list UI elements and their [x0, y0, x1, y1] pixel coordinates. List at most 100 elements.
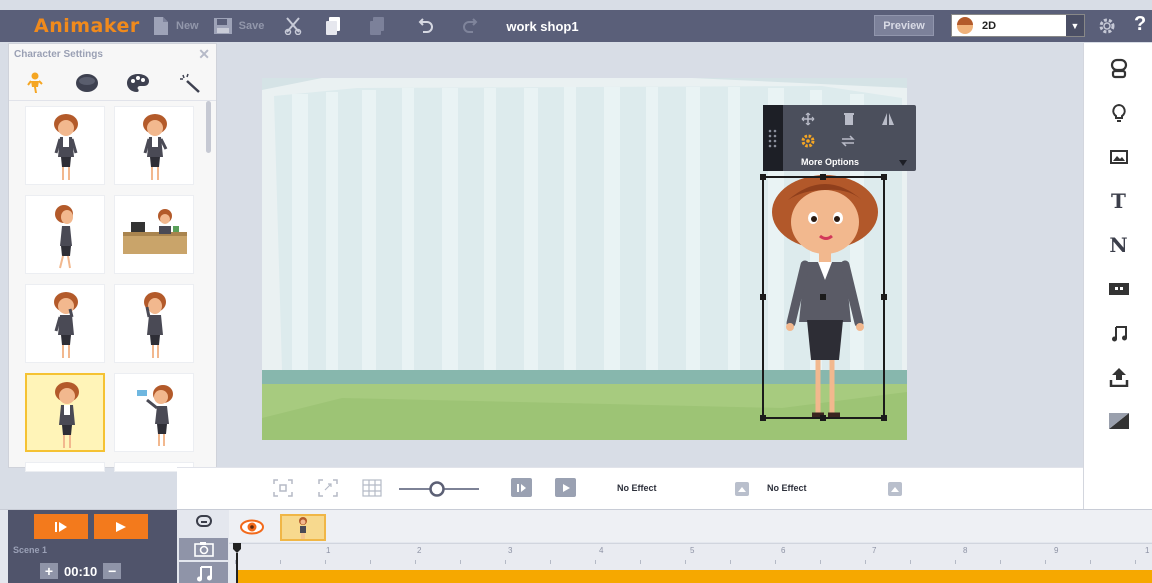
settings-gear-button[interactable] [1098, 17, 1116, 40]
playhead-marker[interactable] [232, 543, 242, 583]
ruler-tick [595, 560, 596, 564]
fullscreen-button[interactable] [318, 479, 338, 497]
mode-dropdown-value: 2D [982, 19, 997, 32]
mode-dropdown[interactable]: 2D ▼ [951, 14, 1085, 37]
ruler-mark: 8 [963, 546, 968, 555]
pose-thumbnail[interactable] [114, 284, 194, 363]
pose-thumbnail[interactable] [25, 106, 105, 185]
pose-thumbnail[interactable] [25, 462, 105, 472]
magic-wand-icon [180, 73, 200, 93]
ruler-tick [910, 560, 911, 564]
up-arrow-icon [735, 482, 749, 496]
tab-effects[interactable] [164, 73, 216, 93]
upload-button[interactable] [1084, 362, 1152, 392]
timeline-layers [229, 510, 1152, 542]
increase-duration-button[interactable]: + [40, 563, 58, 579]
ruler-tick [1000, 560, 1001, 564]
cut-button[interactable] [284, 17, 302, 35]
backgrounds-library-button[interactable] [1084, 142, 1152, 172]
ruler-mark: 2 [417, 546, 422, 555]
help-icon[interactable]: ? [1134, 13, 1146, 36]
ruler-tick [325, 560, 326, 564]
panel-tabs [9, 65, 216, 101]
character-layer-thumbnail[interactable] [280, 514, 326, 541]
zoom-slider[interactable] [399, 480, 479, 498]
ruler-tick [460, 560, 461, 564]
new-button-label: New [176, 20, 199, 32]
video-library-button[interactable] [1084, 274, 1152, 304]
effect-out-toggle[interactable] [735, 482, 749, 496]
play-from-start-button[interactable] [34, 514, 88, 539]
tab-expression[interactable] [61, 73, 113, 93]
save-button[interactable]: Save [213, 17, 264, 35]
fit-screen-button[interactable] [273, 479, 293, 497]
grid-toggle-button[interactable] [362, 479, 382, 497]
music-library-button[interactable] [1084, 318, 1152, 348]
upload-icon [1109, 368, 1128, 387]
decrease-duration-button[interactable]: − [103, 563, 122, 579]
undo-button[interactable] [418, 17, 434, 35]
text-tool-button[interactable]: T [1084, 186, 1152, 216]
pose-thumbnail[interactable] [114, 195, 194, 274]
ruler-tick [370, 560, 371, 564]
character-head-icon [195, 515, 212, 527]
characters-track-button[interactable] [179, 512, 228, 534]
pose-thumbnail[interactable] [25, 284, 105, 363]
new-button[interactable]: New [152, 16, 199, 36]
pose-thumbnail-selected[interactable] [25, 373, 105, 452]
chevron-down-icon[interactable] [899, 159, 907, 167]
flip-icon[interactable] [881, 112, 895, 126]
settings-icon[interactable] [801, 134, 815, 148]
copy-button[interactable] [324, 16, 342, 36]
app-logo: Animaker [34, 15, 140, 37]
character-timeline-track[interactable] [236, 570, 1152, 583]
toolbar-drag-handle[interactable] [763, 105, 783, 171]
camera-icon [193, 542, 214, 557]
project-title[interactable]: work shop1 [506, 19, 578, 34]
time-ruler[interactable]: 1 2 3 4 5 6 7 8 9 1 [229, 543, 1152, 570]
ruler-tick [1045, 560, 1046, 564]
ruler-tick [280, 560, 281, 564]
swap-icon[interactable] [841, 135, 855, 147]
redo-icon [463, 18, 478, 33]
trash-icon[interactable] [843, 112, 855, 126]
pose-thumbnail[interactable] [114, 373, 194, 452]
tab-color-palette[interactable] [113, 73, 165, 93]
ruler-mark: 5 [690, 546, 695, 555]
numbers-tool-button[interactable]: N [1084, 230, 1152, 260]
enter-effect-button[interactable] [511, 478, 532, 497]
props-library-button[interactable] [1084, 98, 1152, 128]
effect-exit-toggle[interactable] [888, 482, 902, 496]
pose-thumbnail[interactable] [114, 106, 194, 185]
tab-character-pose[interactable] [9, 72, 61, 94]
redo-button[interactable] [462, 17, 478, 35]
enter-effect-label[interactable]: No Effect [617, 483, 657, 493]
character-head-icon [1110, 58, 1127, 79]
characters-library-button[interactable] [1084, 54, 1152, 84]
exit-effect-label[interactable]: No Effect [767, 483, 807, 493]
music-track-button[interactable] [179, 562, 228, 583]
panel-scrollbar[interactable] [206, 101, 211, 153]
image-icon [1109, 150, 1128, 164]
timeline: Scene 1 + 00:10 − 1 2 3 4 5 6 7 8 9 1 [0, 509, 1152, 583]
play-scene-button[interactable] [94, 514, 148, 539]
new-file-icon [154, 17, 168, 35]
effects-library-button[interactable] [1084, 406, 1152, 436]
visibility-toggle[interactable] [237, 514, 267, 540]
music-note-icon [196, 566, 212, 582]
paste-icon [370, 17, 385, 35]
paste-button[interactable] [368, 16, 386, 36]
preview-button[interactable]: Preview [874, 15, 934, 36]
more-options-label[interactable]: More Options [801, 157, 859, 167]
play-effect-button[interactable] [555, 478, 576, 497]
pose-thumbnail[interactable] [25, 195, 105, 274]
ruler-tick [685, 560, 686, 564]
selected-character[interactable] [758, 170, 892, 425]
enter-effect-icon [511, 478, 532, 497]
duration-stepper: + 00:10 − [40, 563, 122, 579]
grip-dots-icon [768, 129, 777, 148]
close-icon[interactable]: ✕ [198, 46, 210, 63]
move-icon[interactable] [801, 112, 815, 126]
camera-track-button[interactable] [179, 538, 228, 560]
chevron-down-icon: ▼ [1066, 15, 1084, 36]
